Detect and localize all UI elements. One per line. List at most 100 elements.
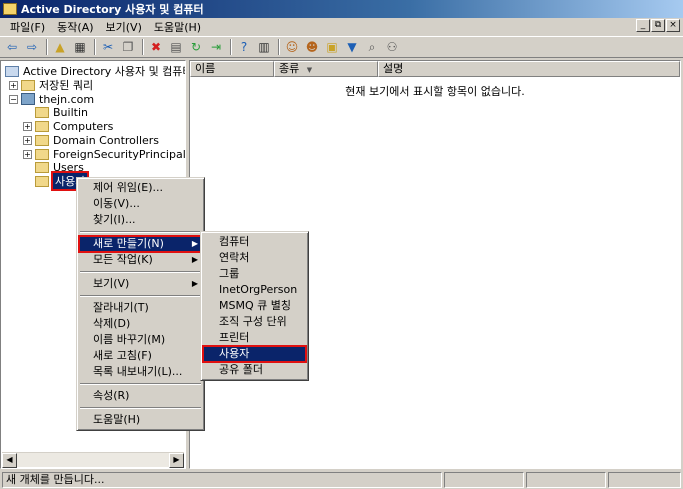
ou-icon bbox=[35, 175, 49, 187]
properties-button[interactable]: ▤ bbox=[167, 38, 185, 56]
tree-node[interactable]: + ForeignSecurityPrincipals bbox=[23, 147, 186, 161]
status-bar: 새 개체를 만듭니다... bbox=[0, 471, 683, 489]
menu-view[interactable]: 보기(V) bbox=[100, 19, 148, 35]
tree-node-label: Computers bbox=[53, 119, 114, 133]
status-panel-4 bbox=[608, 472, 681, 488]
submenu-item[interactable]: 사용자 bbox=[202, 345, 307, 363]
submenu-arrow-icon: ▶ bbox=[191, 279, 198, 288]
collapse-icon[interactable]: − bbox=[9, 94, 18, 104]
export-list-button[interactable]: ⇥ bbox=[207, 38, 225, 56]
menu-file[interactable]: 파일(F) bbox=[4, 19, 51, 35]
close-button[interactable]: × bbox=[666, 19, 680, 32]
new-submenu: 컴퓨터 연락처그룹 InetOrgPerson MSMQ 큐 별칭조직 구성 단위 프린… bbox=[200, 231, 309, 381]
expand-icon[interactable]: + bbox=[23, 135, 32, 145]
submenu-item-label: 그룹 bbox=[219, 267, 240, 280]
tree-node[interactable]: + Domain Controllers bbox=[23, 133, 159, 147]
column-header-name[interactable]: 이름 bbox=[190, 61, 274, 77]
submenu-item[interactable]: 그룹 bbox=[203, 266, 306, 282]
up-folder-button[interactable]: ▲ bbox=[51, 38, 69, 56]
export-list-icon: ⇥ bbox=[210, 40, 222, 54]
menu-separator bbox=[80, 231, 201, 233]
new-user-icon: ☺ bbox=[285, 40, 299, 54]
submenu-item[interactable]: 프린터 bbox=[203, 330, 306, 346]
tree-node-label: Users bbox=[53, 160, 84, 174]
sort-down-icon: ▼ bbox=[306, 66, 313, 74]
menu-separator bbox=[80, 407, 201, 409]
window-title: Active Directory 사용자 및 컴퓨터 bbox=[21, 3, 204, 16]
tree-node[interactable]: Users bbox=[35, 160, 84, 174]
submenu-item[interactable]: InetOrgPerson bbox=[203, 282, 306, 298]
tree-node[interactable]: + 저장된 쿼리 bbox=[9, 78, 93, 92]
expand-icon[interactable]: + bbox=[23, 149, 32, 159]
new-user-button[interactable]: ☺ bbox=[283, 38, 301, 56]
horizontal-scrollbar[interactable]: ◀ ▶ bbox=[2, 452, 184, 468]
context-menu-item[interactable]: 목록 내보내기(L)... bbox=[79, 364, 202, 380]
context-menu-item[interactable]: 속성(R) bbox=[79, 388, 202, 404]
filter-button[interactable]: ▼ bbox=[343, 38, 361, 56]
add-to-group-button[interactable]: ⚇ bbox=[383, 38, 401, 56]
context-menu-item[interactable]: 보기(V) ▶ bbox=[79, 276, 202, 292]
folder-icon bbox=[35, 106, 49, 118]
domain-icon bbox=[21, 93, 35, 105]
help-button[interactable]: ? bbox=[235, 38, 253, 56]
context-menu-item[interactable]: 제어 위임(E)... bbox=[79, 180, 202, 196]
submenu-item[interactable]: 컴퓨터 bbox=[203, 234, 306, 250]
tree-node-label: ForeignSecurityPrincipals bbox=[53, 147, 186, 161]
view-button[interactable]: ▥ bbox=[255, 38, 273, 56]
toolbar-separator bbox=[230, 39, 232, 55]
submenu-item-label: 연락처 bbox=[219, 251, 250, 264]
menu-item-label: 도움말(H) bbox=[93, 413, 141, 426]
submenu-item-label: MSMQ 큐 별칭 bbox=[219, 299, 291, 312]
new-group-button[interactable]: ☻ bbox=[303, 38, 321, 56]
menu-item-label: 보기(V) bbox=[93, 277, 130, 290]
context-menu-item[interactable]: 이름 바꾸기(M) bbox=[79, 332, 202, 348]
up-folder-icon: ▲ bbox=[55, 40, 65, 54]
submenu-item[interactable]: 조직 구성 단위 bbox=[203, 314, 306, 330]
context-menu-item[interactable]: 잘라내기(T) bbox=[79, 300, 202, 316]
folder-icon bbox=[35, 134, 49, 146]
expand-icon[interactable]: + bbox=[23, 121, 32, 131]
show-tree-button[interactable]: ▦ bbox=[71, 38, 89, 56]
context-menu-item[interactable]: 이동(V)... bbox=[79, 196, 202, 212]
delete-button[interactable]: ✖ bbox=[147, 38, 165, 56]
tree-node-label: thejn.com bbox=[39, 92, 95, 106]
tree-node[interactable]: − thejn.com bbox=[9, 92, 94, 106]
submenu-item[interactable]: MSMQ 큐 별칭 bbox=[203, 298, 306, 314]
filter-icon: ▼ bbox=[347, 40, 357, 54]
cut-button[interactable]: ✂ bbox=[99, 38, 117, 56]
context-menu-item[interactable]: 도움말(H) bbox=[79, 412, 202, 428]
forward-arrow-button[interactable]: ⇨ bbox=[23, 38, 41, 56]
minimize-button[interactable]: _ bbox=[636, 19, 650, 32]
submenu-item[interactable]: 연락처 bbox=[203, 250, 306, 266]
scroll-left-icon[interactable]: ◀ bbox=[2, 453, 17, 468]
scroll-right-icon[interactable]: ▶ bbox=[169, 453, 184, 468]
context-menu: 제어 위임(E)... 이동(V)... 찾기(I)... 새로 만들기(N) ▶ 모든 … bbox=[76, 177, 205, 431]
folder-icon bbox=[35, 148, 49, 160]
submenu-item-label: InetOrgPerson bbox=[219, 283, 298, 296]
tree-node[interactable]: Active Directory 사용자 및 컴퓨터 bbox=[5, 64, 185, 78]
view-icon: ▥ bbox=[258, 40, 270, 54]
column-header-description[interactable]: 설명 bbox=[378, 61, 680, 77]
context-menu-item[interactable]: 새로 만들기(N) ▶ bbox=[78, 235, 203, 253]
submenu-item[interactable]: 공유 폴더 bbox=[203, 362, 306, 378]
toolbar-separator bbox=[142, 39, 144, 55]
context-menu-item[interactable]: 새로 고침(F) bbox=[79, 348, 202, 364]
tree-node[interactable]: Builtin bbox=[35, 105, 88, 119]
context-menu-item[interactable]: 삭제(D) bbox=[79, 316, 202, 332]
new-ou-icon: ▣ bbox=[326, 40, 338, 54]
find-button[interactable]: ⌕ bbox=[363, 38, 381, 56]
status-panel-2 bbox=[444, 472, 524, 488]
copy-button[interactable]: ❐ bbox=[119, 38, 137, 56]
expand-icon[interactable]: + bbox=[9, 80, 18, 90]
restore-button[interactable]: ⧉ bbox=[651, 19, 665, 32]
tree-node[interactable]: + Computers bbox=[23, 119, 113, 133]
new-ou-button[interactable]: ▣ bbox=[323, 38, 341, 56]
menu-help[interactable]: 도움말(H) bbox=[148, 19, 207, 35]
context-menu-item[interactable]: 모든 작업(K) ▶ bbox=[79, 252, 202, 268]
refresh-button[interactable]: ↻ bbox=[187, 38, 205, 56]
menu-item-label: 찾기(I)... bbox=[93, 213, 136, 226]
menu-action[interactable]: 동작(A) bbox=[51, 19, 99, 35]
context-menu-item[interactable]: 찾기(I)... bbox=[79, 212, 202, 228]
column-header-type[interactable]: 종류 ▼ bbox=[274, 61, 378, 77]
back-arrow-button[interactable]: ⇦ bbox=[3, 38, 21, 56]
